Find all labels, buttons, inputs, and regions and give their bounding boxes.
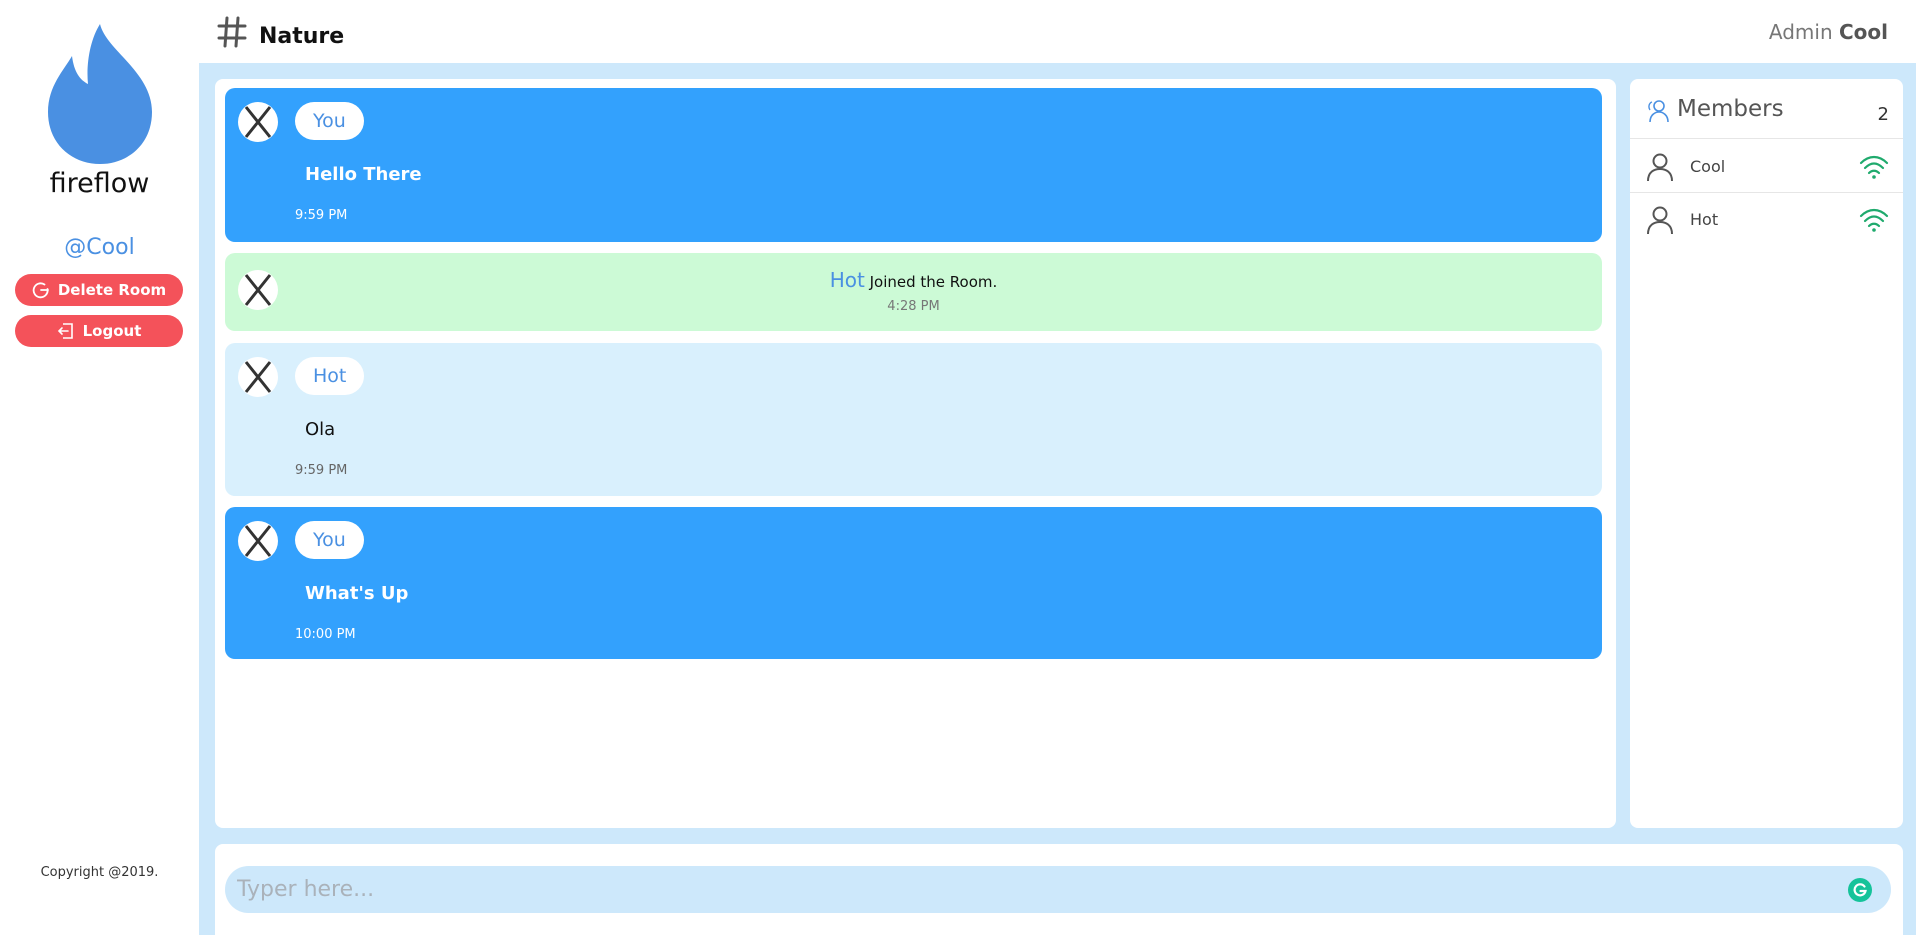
delete-room-button[interactable]: Delete Room [15, 274, 183, 306]
message-text: What's Up [305, 583, 409, 604]
member-item[interactable]: Hot [1630, 193, 1903, 246]
hash-icon [217, 16, 247, 48]
avatar [238, 357, 278, 397]
user-icon [1647, 206, 1673, 235]
sender-name: Hot [295, 357, 365, 395]
avatar-x-icon [244, 525, 272, 557]
message-time: 9:59 PM [295, 208, 348, 223]
members-header: Members 2 [1630, 79, 1903, 139]
copyright-text: Copyright @2019. [40, 865, 159, 880]
avatar [238, 521, 278, 561]
grammarly-icon[interactable] [1847, 877, 1873, 903]
members-icon [1648, 100, 1669, 123]
online-wifi-icon [1859, 155, 1889, 179]
delete-room-label: Delete Room [57, 281, 167, 299]
user-handle: @Cool [64, 235, 135, 260]
message-time: 4:28 PM [887, 299, 940, 314]
admin-name: Cool [1838, 20, 1888, 44]
room-title: Nature [259, 24, 345, 49]
admin-prefix: Admin [1768, 20, 1833, 44]
online-wifi-icon [1859, 208, 1889, 232]
user-icon [1647, 153, 1673, 182]
member-name: Cool [1690, 157, 1726, 176]
sender-name: You [295, 521, 364, 559]
members-title: Members [1677, 96, 1784, 122]
message-item: You Hello There 9:59 PM [225, 88, 1602, 242]
members-panel: Members 2 Cool Hot [1630, 79, 1903, 828]
message-time: 9:59 PM [295, 463, 348, 478]
power-icon [32, 282, 49, 299]
avatar-x-icon [244, 361, 272, 393]
system-message-text: Joined the Room. [869, 273, 998, 291]
message-text: Ola [305, 419, 336, 440]
sidebar: fireflow @Cool Delete Room Logout Copyri… [0, 0, 199, 935]
fire-logo-icon [48, 24, 152, 164]
message-item: Hot Ola 9:59 PM [225, 343, 1602, 496]
admin-info: Admin Cool [1769, 20, 1888, 44]
system-message-line: Hot Joined the Room. [225, 268, 1602, 292]
member-item[interactable]: Cool [1630, 140, 1903, 193]
member-name: Hot [1690, 210, 1719, 229]
logout-icon [57, 323, 73, 339]
message-input[interactable] [225, 866, 1891, 913]
message-text: Hello There [305, 164, 422, 185]
brand-name: fireflow [49, 168, 150, 199]
message-time: 10:00 PM [295, 627, 356, 642]
room-header: Nature Admin Cool [199, 0, 1916, 63]
message-item: You What's Up 10:00 PM [225, 507, 1602, 659]
messages-panel[interactable]: You Hello There 9:59 PM Hot Joined the R… [215, 79, 1616, 828]
message-composer [215, 844, 1903, 935]
logout-button[interactable]: Logout [15, 315, 183, 347]
sender-name: You [295, 102, 364, 140]
system-message-user: Hot [829, 268, 865, 292]
members-count: 2 [1877, 104, 1889, 125]
avatar [238, 102, 278, 142]
logout-label: Logout [82, 322, 142, 340]
system-message: Hot Joined the Room. 4:28 PM [225, 253, 1602, 331]
avatar-x-icon [244, 106, 272, 138]
